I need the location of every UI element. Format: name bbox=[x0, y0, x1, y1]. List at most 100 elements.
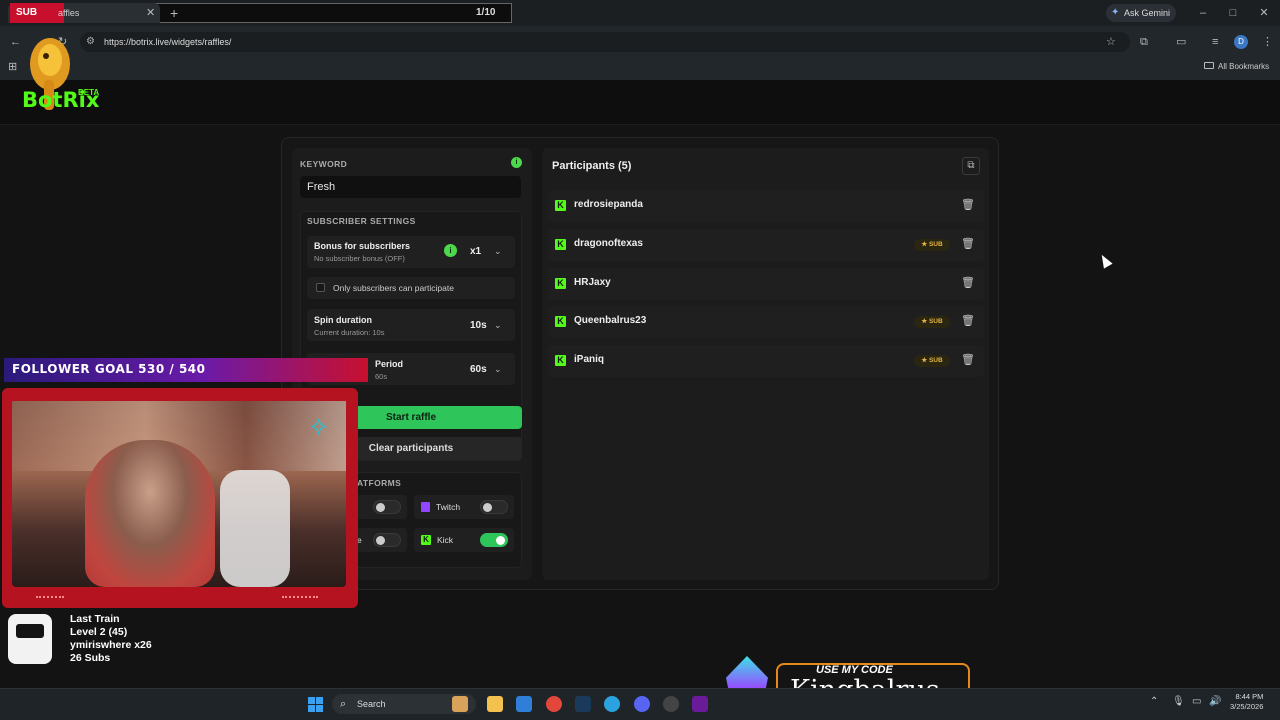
train-icon bbox=[8, 614, 52, 664]
microphone-icon[interactable]: 🎙 bbox=[1172, 696, 1185, 707]
platform-toggle[interactable] bbox=[373, 500, 401, 514]
trash-icon[interactable]: 🗑 bbox=[961, 198, 975, 211]
kick-icon: K bbox=[555, 316, 566, 327]
chevron-down-icon[interactable]: ⌄ bbox=[494, 320, 502, 331]
participant-row[interactable]: K redrosiepanda 🗑 bbox=[548, 190, 984, 222]
tab-close-icon[interactable]: ✕ bbox=[146, 3, 155, 23]
twitch-icon bbox=[421, 502, 430, 512]
keyword-label: KEYWORD bbox=[300, 159, 348, 169]
extensions-icon[interactable]: ⧉ bbox=[1140, 34, 1148, 50]
only-subscribers-checkbox[interactable] bbox=[316, 283, 325, 292]
keyword-info-icon[interactable]: i bbox=[511, 157, 522, 168]
back-icon[interactable]: ← bbox=[10, 34, 21, 50]
display-icon[interactable]: ▭ bbox=[1192, 696, 1201, 707]
twitch-toggle[interactable] bbox=[480, 500, 508, 514]
mouse-cursor-icon bbox=[1097, 252, 1113, 269]
profile-avatar[interactable]: D bbox=[1234, 35, 1248, 49]
participant-name: redrosiepanda bbox=[574, 199, 643, 210]
webcam-chair bbox=[220, 470, 290, 587]
windows-start-icon[interactable] bbox=[308, 697, 323, 712]
trash-icon[interactable]: 🗑 bbox=[961, 276, 975, 289]
sub-goal-overlay-bar bbox=[152, 3, 512, 23]
bonus-subtitle: No subscriber bonus (OFF) bbox=[314, 254, 405, 263]
participants-title: Participants (5) bbox=[552, 160, 632, 172]
sub-badge: ★ SUB bbox=[914, 355, 950, 367]
webcam-frame-decoration bbox=[282, 596, 318, 602]
discord-icon[interactable] bbox=[634, 696, 650, 712]
last-train-level: Level 2 (45) bbox=[70, 626, 128, 638]
media-icon[interactable]: ≡ bbox=[1212, 34, 1218, 50]
platform-toggle[interactable] bbox=[373, 533, 401, 547]
copy-icon[interactable]: ⧉ bbox=[962, 157, 980, 175]
url-bar[interactable]: https://botrix.live/widgets/raffles/ bbox=[80, 32, 1130, 52]
chevron-down-icon[interactable]: ⌄ bbox=[494, 246, 502, 257]
spin-duration-select[interactable]: 10s bbox=[470, 320, 487, 331]
store-icon[interactable] bbox=[516, 696, 532, 712]
platforms-label: ATFORMS bbox=[357, 478, 402, 488]
tab-title: affles bbox=[58, 8, 80, 18]
new-tab-icon[interactable]: + bbox=[170, 3, 178, 23]
kick-icon: K bbox=[555, 355, 566, 366]
beta-badge: BETA bbox=[78, 88, 100, 97]
kick-icon: K bbox=[555, 278, 566, 289]
trash-icon[interactable]: 🗑 bbox=[961, 237, 975, 250]
bonus-multiplier-select[interactable]: x1 bbox=[470, 246, 481, 257]
last-train-user: ymiriswhere x26 bbox=[70, 639, 152, 651]
webcam-streamer bbox=[85, 440, 215, 587]
trash-icon[interactable]: 🗑 bbox=[961, 353, 975, 366]
last-train-subs: 26 Subs bbox=[70, 652, 111, 664]
maximize-button[interactable]: □ bbox=[1223, 4, 1243, 22]
spin-duration-title: Spin duration bbox=[314, 315, 372, 325]
menu-icon[interactable]: ⋮ bbox=[1262, 34, 1273, 50]
participant-row[interactable]: K iPaniq ★ SUB 🗑 bbox=[548, 345, 984, 377]
bookmark-star-icon[interactable]: ☆ bbox=[1106, 34, 1116, 50]
sub-badge: ★ SUB bbox=[914, 316, 950, 328]
bookmarks-folder-icon bbox=[1204, 62, 1214, 69]
participant-row[interactable]: K dragonoftexas ★ SUB 🗑 bbox=[548, 229, 984, 261]
keyword-input[interactable]: Fresh bbox=[300, 176, 521, 198]
bonus-info-icon[interactable]: i bbox=[444, 244, 457, 257]
sub-goal-label: SUB GOAL bbox=[10, 3, 64, 38]
chrome-icon[interactable] bbox=[546, 696, 562, 712]
obs-icon[interactable] bbox=[663, 696, 679, 712]
edge-icon[interactable] bbox=[604, 696, 620, 712]
file-explorer-icon[interactable] bbox=[487, 696, 503, 712]
bookmarks-bar bbox=[0, 58, 1280, 80]
cast-icon[interactable]: ▭ bbox=[1176, 34, 1186, 50]
only-subscribers-label: Only subscribers can participate bbox=[333, 283, 454, 293]
spin-duration-subtitle: Current duration: 10s bbox=[314, 328, 385, 337]
trash-icon[interactable]: 🗑 bbox=[961, 314, 975, 327]
webcam-frame-decoration bbox=[36, 596, 64, 602]
all-bookmarks-link[interactable]: All Bookmarks bbox=[1218, 58, 1269, 76]
site-info-icon[interactable]: ⚙ bbox=[86, 32, 95, 52]
apps-grid-icon[interactable]: ⊞ bbox=[8, 60, 17, 73]
minimize-button[interactable]: – bbox=[1193, 4, 1213, 22]
clock-date: 3/25/2026 bbox=[1230, 702, 1264, 711]
participant-name: iPaniq bbox=[574, 354, 605, 365]
steam-icon[interactable] bbox=[575, 696, 591, 712]
close-window-button[interactable]: ✕ bbox=[1254, 4, 1274, 22]
chevron-down-icon[interactable]: ⌄ bbox=[494, 364, 502, 375]
taskbar-app-icon[interactable] bbox=[692, 696, 708, 712]
tray-chevron-icon[interactable]: ⌃ bbox=[1150, 696, 1158, 707]
gemini-icon: ✦ bbox=[1111, 7, 1120, 18]
sub-goal-counter: 1/10 bbox=[476, 7, 496, 18]
kick-icon: K bbox=[421, 535, 431, 545]
platform-label-kick: Kick bbox=[437, 535, 454, 545]
last-train-title: Last Train bbox=[70, 613, 120, 625]
kick-icon: K bbox=[555, 200, 566, 211]
participant-row[interactable]: K Queenbalrus23 ★ SUB 🗑 bbox=[548, 306, 984, 338]
clock-time: 8:44 PM bbox=[1235, 692, 1264, 701]
taskbar-app-icon[interactable] bbox=[452, 696, 468, 712]
volume-icon[interactable]: 🔊 bbox=[1209, 696, 1221, 707]
period-select[interactable]: 60s bbox=[470, 364, 487, 375]
streamer-emblem-icon: ⟡ bbox=[310, 410, 328, 440]
subscriber-settings-label: SUBSCRIBER SETTINGS bbox=[307, 216, 416, 226]
participant-row[interactable]: K HRJaxy 🗑 bbox=[548, 268, 984, 300]
ask-gemini-button[interactable]: ✦ Ask Gemini bbox=[1106, 4, 1176, 22]
kick-toggle[interactable] bbox=[480, 533, 508, 547]
kick-icon: K bbox=[555, 239, 566, 250]
taskbar-clock[interactable]: 8:44 PM 3/25/2026 bbox=[1230, 692, 1263, 712]
participant-name: Queenbalrus23 bbox=[574, 315, 647, 326]
participant-name: dragonoftexas bbox=[574, 238, 643, 249]
